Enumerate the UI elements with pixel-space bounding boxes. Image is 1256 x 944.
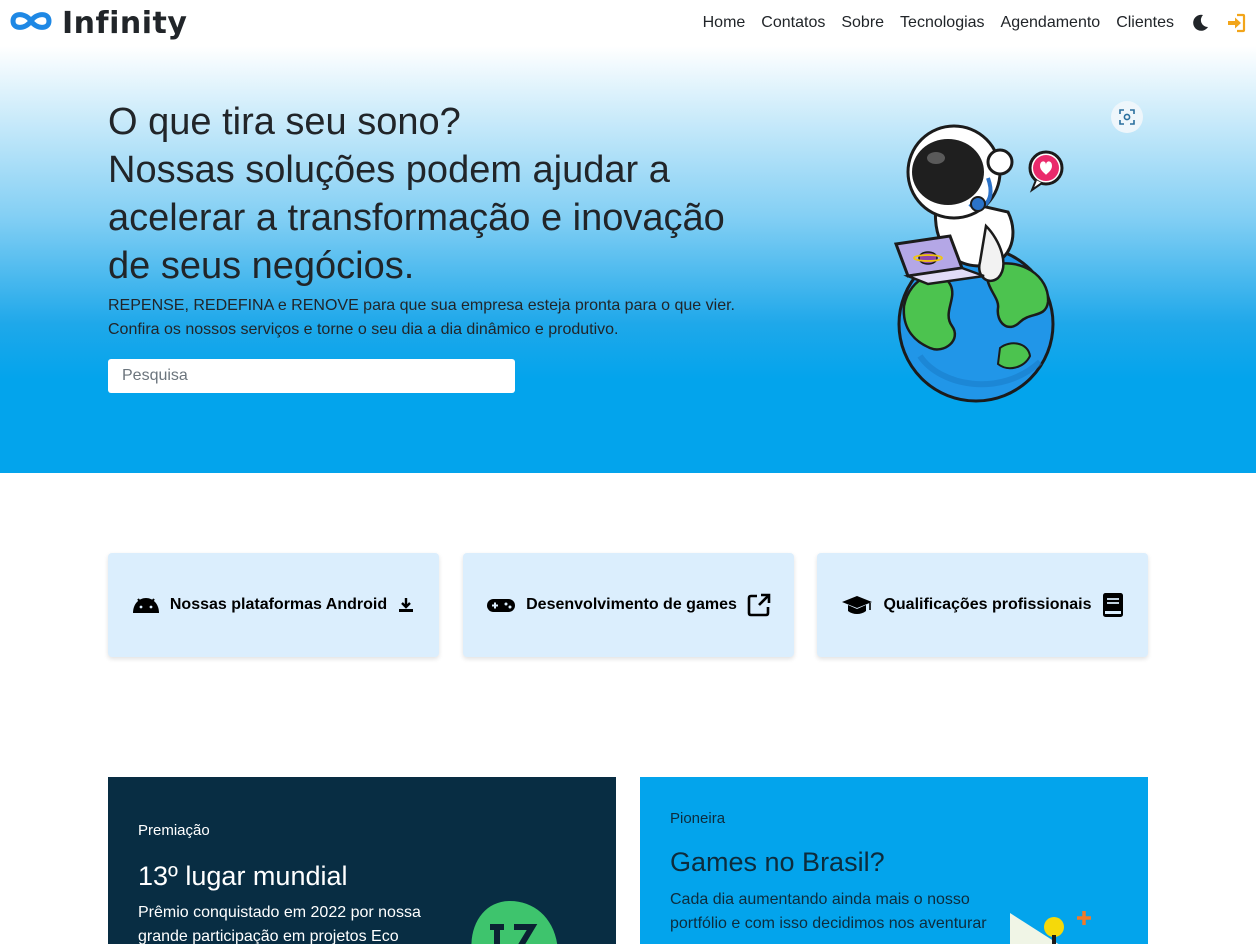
hero-title-line: Nossas soluções podem ajudar a <box>108 149 670 191</box>
moon-icon[interactable] <box>1190 13 1210 33</box>
external-link-icon <box>747 593 771 617</box>
nav-link-sobre[interactable]: Sobre <box>841 14 884 32</box>
panel-kicker: Pioneira <box>670 810 726 827</box>
panel-text-line: Prêmio conquistado em 2022 por nossa <box>138 904 421 921</box>
nav-link-clientes[interactable]: Clientes <box>1116 14 1174 32</box>
panel-title: 13º lugar mundial <box>138 861 348 891</box>
panel-text-line: grande participação em projetos Eco <box>138 928 399 944</box>
hero-subtitle-line: Confira os nossos serviços e torne o seu… <box>108 321 619 338</box>
download-icon <box>397 596 415 614</box>
navbar: Infinity Home Contatos Sobre Tecnologias… <box>0 0 1256 46</box>
card-games-development[interactable]: Desenvolvimento de games <box>463 553 794 657</box>
infinity-logo-icon <box>8 8 54 39</box>
hero-title-line: acelerar a transformação e inovação <box>108 197 725 239</box>
astronaut-on-globe-illustration <box>893 124 1064 403</box>
nav-link-contatos[interactable]: Contatos <box>761 14 825 32</box>
android-icon <box>132 596 160 614</box>
hero-title: O que tira seu sono? Nossas soluções pod… <box>108 98 808 290</box>
games-illustration-icon <box>1010 911 1091 944</box>
hero-section: O que tira seu sono? Nossas soluções pod… <box>0 46 1256 473</box>
card-professional-qualifications[interactable]: Qualificações profissionais <box>817 553 1148 657</box>
panel-text-line: Cada dia aumentando ainda mais o nosso <box>670 891 970 908</box>
card-label: Nossas plataformas Android <box>169 596 388 613</box>
hero-title-line: O que tira seu sono? <box>108 101 461 143</box>
hero-subtitle: REPENSE, REDEFINA e RENOVE para que sua … <box>108 294 808 342</box>
panel-text: Cada dia aumentando ainda mais o nosso p… <box>670 888 1000 936</box>
brand-name: Infinity <box>62 5 188 41</box>
panel-kicker: Premiação <box>138 822 210 839</box>
panel-text: Prêmio conquistado em 2022 por nossa gra… <box>138 901 458 944</box>
brand[interactable]: Infinity <box>8 6 187 41</box>
graduation-cap-icon <box>841 595 873 615</box>
panel-text-line: portfólio e com isso decidimos nos avent… <box>670 915 987 932</box>
card-label: Desenvolvimento de games <box>526 596 737 613</box>
book-icon <box>1102 592 1124 618</box>
visual-search-icon[interactable] <box>1111 101 1143 133</box>
main-nav: Home Contatos Sobre Tecnologias Agendame… <box>703 0 1256 46</box>
card-label: Qualificações profissionais <box>883 596 1092 613</box>
sign-in-icon[interactable] <box>1226 13 1246 33</box>
nav-link-tecnologias[interactable]: Tecnologias <box>900 14 985 32</box>
award-panel: Premiação 13º lugar mundial Prêmio conqu… <box>108 777 616 944</box>
panel-title: Games no Brasil? <box>670 847 885 877</box>
award-badge-icon <box>471 901 558 944</box>
games-panel: Pioneira Games no Brasil? Cada dia aumen… <box>640 777 1148 944</box>
nav-link-agendamento[interactable]: Agendamento <box>1001 14 1101 32</box>
nav-link-home[interactable]: Home <box>703 14 746 32</box>
hero-subtitle-line: REPENSE, REDEFINA e RENOVE para que sua … <box>108 297 735 314</box>
search-input[interactable] <box>108 359 515 393</box>
hero-title-line: de seus negócios. <box>108 245 415 287</box>
gamepad-icon <box>486 596 516 614</box>
card-android-platforms[interactable]: Nossas plataformas Android <box>108 553 439 657</box>
